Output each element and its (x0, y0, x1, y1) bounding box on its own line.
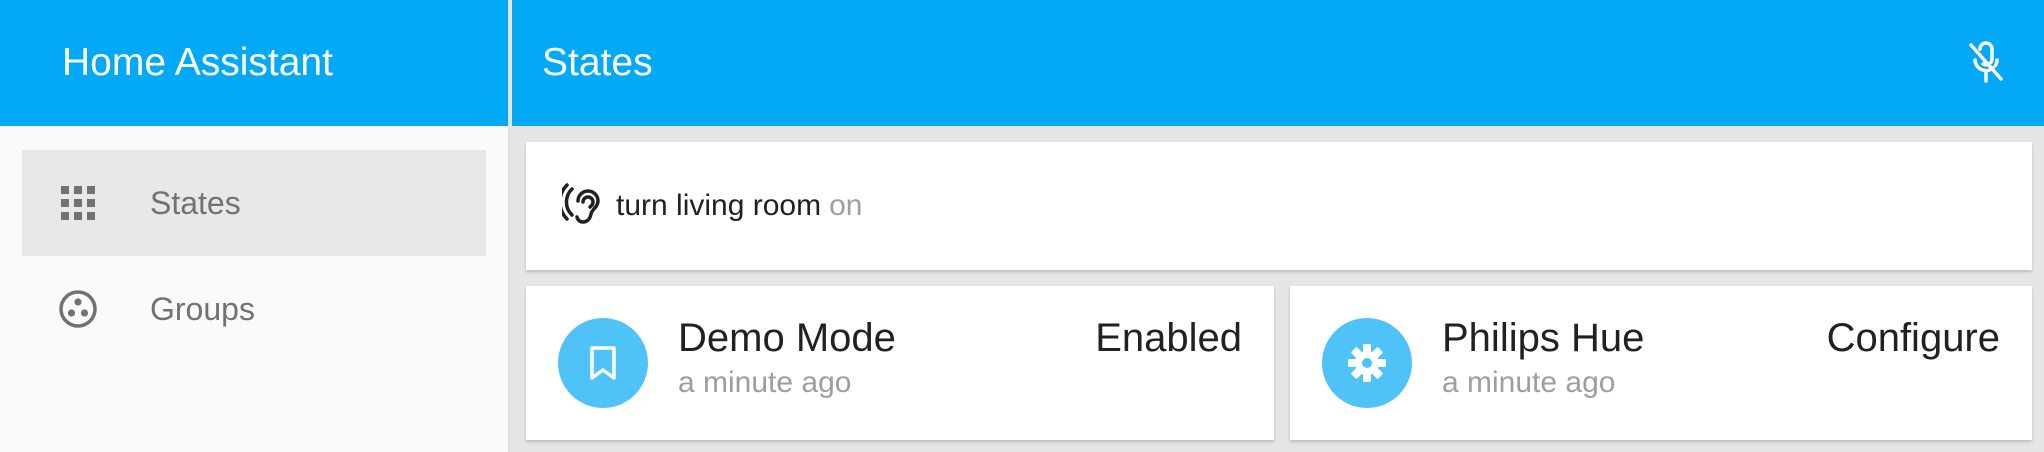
main-panel: States turn living room on Demo Mode a m… (512, 0, 2044, 452)
apps-grid-icon (58, 183, 98, 223)
sidebar-item-label: States (150, 184, 241, 221)
state-card-philips-hue[interactable]: Philips Hue a minute ago Configure (1290, 286, 2032, 440)
toolbar: States (512, 0, 2044, 126)
voice-command-card: turn living room on (526, 142, 2032, 270)
voice-interim-text: on (829, 189, 863, 222)
sidebar-item-groups[interactable]: Groups (22, 256, 486, 362)
page-title: States (542, 41, 653, 84)
state-card-time: a minute ago (678, 366, 852, 399)
hearing-icon (562, 182, 606, 230)
sidebar-item-states[interactable]: States (22, 150, 486, 256)
sidebar-nav: States Groups (0, 126, 508, 362)
groups-circle-icon (58, 289, 98, 329)
bookmark-icon (558, 318, 648, 408)
app-title: Home Assistant (0, 0, 508, 126)
sidebar-item-label: Groups (150, 290, 255, 327)
state-card-configure-button[interactable]: Configure (1827, 316, 2000, 361)
state-card-name: Demo Mode (678, 316, 896, 360)
voice-final-text: turn living room (616, 189, 822, 222)
state-card-time: a minute ago (1442, 366, 1616, 399)
state-card-value: Enabled (1095, 316, 1242, 360)
mic-off-icon (1969, 41, 2003, 83)
gear-icon (1322, 318, 1412, 408)
sidebar: Home Assistant States Groups (0, 0, 510, 452)
state-card-name: Philips Hue (1442, 316, 1645, 360)
mic-off-button[interactable] (1962, 39, 2010, 87)
state-card-demo-mode[interactable]: Demo Mode a minute ago Enabled (526, 286, 1274, 440)
